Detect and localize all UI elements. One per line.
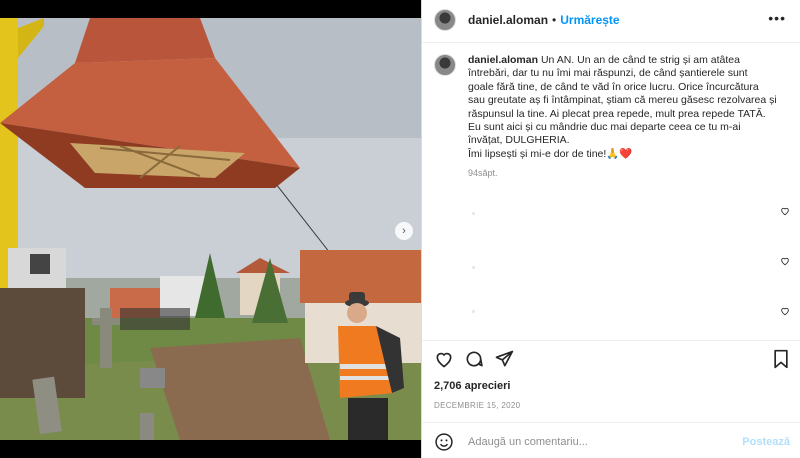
avatar[interactable] — [434, 54, 456, 76]
follow-button[interactable]: Urmărește — [560, 13, 619, 27]
bookmark-icon[interactable] — [772, 349, 790, 369]
post-details-panel: daniel.aloman • Urmărește ••• daniel.alo… — [421, 0, 800, 458]
emoji-icon[interactable] — [434, 432, 454, 452]
caption-line: Eu sunt aici și cu mândrie duc mai depar… — [468, 121, 741, 134]
comment-like-heart-icon[interactable] — [780, 206, 790, 216]
avatar[interactable] — [434, 9, 456, 31]
post-time[interactable]: 94săpt. — [468, 167, 784, 180]
post-photo[interactable]: › — [0, 18, 421, 440]
caption-line: Un AN. Un an de când te strig și am atât… — [540, 54, 740, 66]
comment-placeholder — [472, 310, 475, 313]
caption-username[interactable]: daniel.aloman — [468, 54, 538, 66]
caption-line: învățat, DULGHERIA. — [468, 134, 570, 147]
comment-like-heart-icon[interactable] — [780, 306, 790, 316]
username-link[interactable]: daniel.aloman — [468, 13, 548, 27]
post-date: DECEMBRIE 15, 2020 — [434, 401, 521, 410]
heart-icon[interactable] — [434, 349, 454, 369]
divider — [422, 340, 800, 341]
likes-count[interactable]: 2,706 aprecieri — [434, 380, 510, 392]
send-icon[interactable] — [494, 349, 514, 369]
divider — [422, 422, 800, 423]
separator-dot: • — [552, 13, 557, 27]
post-comment-button[interactable]: Postează — [742, 436, 790, 448]
chevron-right-icon: › — [402, 225, 406, 237]
comment-icon[interactable] — [464, 349, 484, 369]
caption-line: goale fără tine, de când te văd în orice… — [468, 80, 759, 93]
photo-scene — [0, 18, 421, 440]
more-options-icon[interactable]: ••• — [768, 10, 786, 26]
caption-line: răspunsul la tine. Ai plecat prea repede… — [468, 107, 766, 120]
comment-bar: Adaugă un comentariu... Postează — [434, 431, 790, 453]
caption-line: întrebări, dar tu nu îmi mai răspunzi, d… — [468, 67, 748, 80]
comment-input[interactable]: Adaugă un comentariu... — [468, 436, 742, 448]
comment-like-heart-icon[interactable] — [780, 256, 790, 266]
post-header: daniel.aloman • Urmărește ••• — [434, 8, 790, 32]
next-slide-button[interactable]: › — [395, 222, 413, 240]
comment-placeholder — [472, 212, 475, 215]
comment-placeholder — [472, 266, 475, 269]
caption: daniel.aloman Un AN. Un an de când te st… — [434, 54, 784, 181]
divider — [422, 42, 800, 43]
caption-line: sau greutate aș fi întâmpinat, știam că … — [468, 94, 777, 107]
action-bar — [434, 349, 789, 369]
caption-line: Îmi lipsești și mi-e dor de tine!🙏❤️ — [468, 147, 633, 160]
caption-text: daniel.aloman Un AN. Un an de când te st… — [468, 54, 784, 181]
